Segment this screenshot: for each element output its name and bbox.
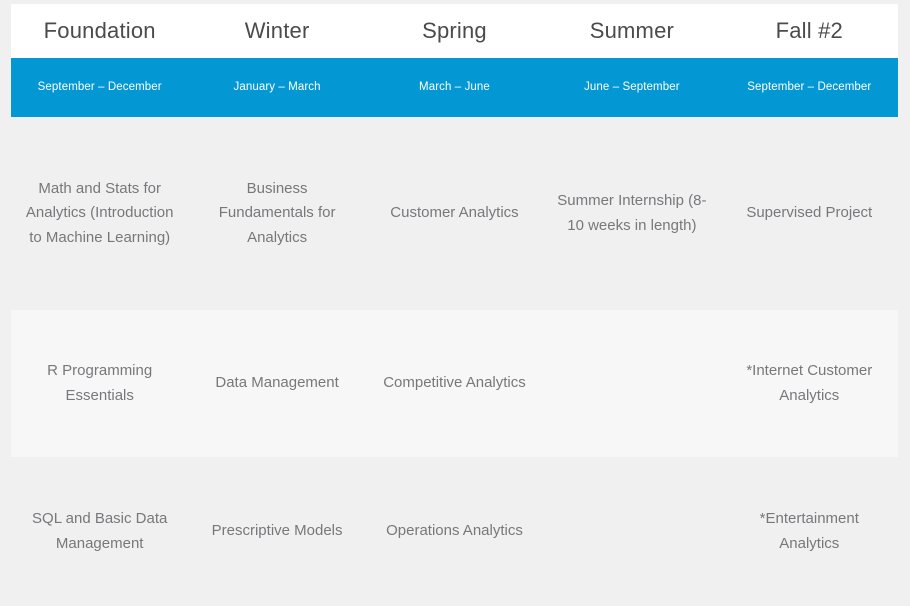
course-row: Math and Stats for Analytics (Introducti… — [11, 117, 898, 310]
term-dates-summer: June – September — [543, 58, 721, 117]
term-header-fall2: Fall #2 — [720, 4, 898, 58]
term-dates-spring: March – June — [365, 58, 544, 117]
course-cell-r3c1: SQL and Basic Data Management — [11, 457, 189, 606]
course-cell-r3c4 — [543, 457, 721, 606]
term-header-spring: Spring — [365, 4, 544, 58]
course-cell-r1c1: Math and Stats for Analytics (Introducti… — [11, 117, 189, 310]
course-cell-r1c3: Customer Analytics — [365, 117, 544, 310]
course-row: SQL and Basic Data Management Prescripti… — [11, 457, 898, 606]
course-schedule-table: Foundation Winter Spring Summer Fall #2 … — [11, 4, 898, 606]
term-header-foundation: Foundation — [11, 4, 189, 58]
course-cell-r1c5: Supervised Project — [720, 117, 898, 310]
course-cell-r2c5: *Internet Customer Analytics — [720, 310, 898, 457]
term-dates-fall2: September – December — [720, 58, 898, 117]
term-dates-row: September – December January – March Mar… — [11, 58, 898, 117]
course-cell-r2c3: Competitive Analytics — [365, 310, 544, 457]
term-dates-winter: January – March — [188, 58, 366, 117]
course-cell-r3c5: *Entertainment Analytics — [720, 457, 898, 606]
course-cell-r3c2: Prescriptive Models — [188, 457, 366, 606]
course-cell-r2c2: Data Management — [188, 310, 366, 457]
course-cell-r2c1: R Programming Essentials — [11, 310, 189, 457]
term-dates-foundation: September – December — [11, 58, 189, 117]
course-cell-r1c2: Business Fundamentals for Analytics — [188, 117, 366, 310]
course-cell-r3c3: Operations Analytics — [365, 457, 544, 606]
course-cell-r1c4: Summer Internship (8-10 weeks in length) — [543, 117, 721, 310]
course-row: R Programming Essentials Data Management… — [11, 310, 898, 457]
term-header-summer: Summer — [543, 4, 721, 58]
course-cell-r2c4 — [543, 310, 721, 457]
term-header-winter: Winter — [188, 4, 366, 58]
term-header-row: Foundation Winter Spring Summer Fall #2 — [11, 4, 898, 58]
